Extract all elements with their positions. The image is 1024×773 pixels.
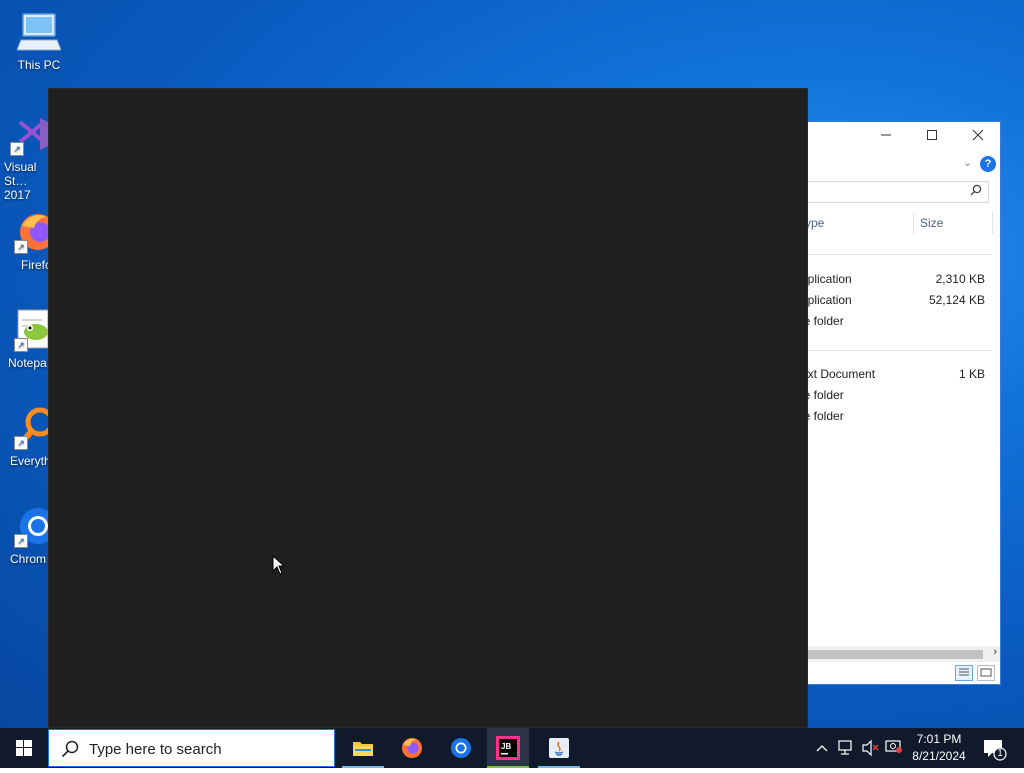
file-size: 52,124 KB xyxy=(928,293,985,307)
search-input[interactable] xyxy=(87,738,331,760)
file-row[interactable]: le folder xyxy=(781,312,991,332)
clock-time: 7:01 PM xyxy=(916,732,962,746)
taskbar-app-file-explorer[interactable] xyxy=(340,728,386,768)
chevron-down-icon[interactable]: ⌄ xyxy=(963,156,972,169)
file-size: 2,310 KB xyxy=(935,272,985,286)
desktop-icon-this-pc[interactable]: This PC xyxy=(2,10,76,72)
desktop-icon-label: This PC xyxy=(17,58,61,72)
mouse-cursor-icon xyxy=(272,554,286,580)
taskbar-app-java[interactable] xyxy=(536,728,582,768)
clock-date: 8/21/2024 xyxy=(912,749,966,763)
minimize-icon xyxy=(881,134,891,136)
desktop-icon-label: Visual St… 2017 xyxy=(4,160,37,202)
file-row[interactable]: le folder xyxy=(781,386,991,406)
file-row[interactable]: ext Document 1 KB xyxy=(781,365,991,385)
java-icon xyxy=(549,738,569,758)
shortcut-arrow-icon: ↗ xyxy=(14,338,28,352)
file-type: ext Document xyxy=(801,367,876,381)
folder-icon xyxy=(353,742,373,756)
taskbar: JB 7:01 PM xyxy=(0,728,1024,768)
volume-status[interactable] xyxy=(860,728,882,768)
file-size: 1 KB xyxy=(958,367,985,381)
start-button[interactable] xyxy=(0,728,48,768)
explorer-ribbon: ⌄ ? xyxy=(781,152,1000,178)
help-button[interactable]: ? xyxy=(980,156,996,172)
taskbar-app-chrome[interactable] xyxy=(438,728,484,768)
taskbar-app-jetbrains[interactable]: JB xyxy=(487,728,529,768)
desktop: This PC ↗ Visual St… 2017 ↗ Firefo ↗ Not… xyxy=(0,0,1024,728)
large-icons-view-icon xyxy=(980,668,992,677)
explorer-search-box[interactable] xyxy=(781,181,989,203)
file-row[interactable]: le folder xyxy=(781,407,991,427)
network-status[interactable] xyxy=(836,728,858,768)
firefox-icon xyxy=(402,738,422,758)
minimize-button[interactable] xyxy=(863,122,909,152)
file-row[interactable]: pplication 2,310 KB xyxy=(781,270,991,290)
chrome-icon xyxy=(451,738,471,758)
column-header-size[interactable]: Size xyxy=(920,216,943,230)
taskbar-search-box[interactable] xyxy=(48,729,335,767)
notification-count: 1 xyxy=(997,748,1003,759)
search-icon xyxy=(61,740,79,763)
close-icon xyxy=(972,129,984,141)
computer-icon xyxy=(16,10,62,54)
shortcut-arrow-icon: ↗ xyxy=(14,240,28,254)
maximize-button[interactable] xyxy=(909,122,955,152)
column-divider[interactable] xyxy=(992,212,993,234)
shortcut-arrow-icon: ↗ xyxy=(10,142,24,156)
dark-app-window[interactable] xyxy=(48,88,808,728)
windows-logo-icon xyxy=(16,740,32,756)
details-view-button[interactable] xyxy=(955,665,973,681)
jetbrains-glyph-text: JB xyxy=(501,742,511,751)
jetbrains-icon: JB xyxy=(496,736,520,760)
group-divider xyxy=(781,350,992,351)
shortcut-arrow-icon: ↗ xyxy=(14,534,28,548)
file-explorer-window[interactable]: ⌄ ? ype Size pplication 2,310 KB pplicat… xyxy=(780,121,1001,685)
scrollbar-thumb[interactable] xyxy=(781,650,983,659)
group-divider xyxy=(781,254,992,255)
chevron-up-icon xyxy=(816,745,828,752)
file-type: pplication xyxy=(801,272,852,286)
file-row[interactable]: pplication 52,124 KB xyxy=(781,291,991,311)
network-icon xyxy=(838,740,852,755)
file-type: pplication xyxy=(801,293,852,307)
explorer-titlebar[interactable] xyxy=(781,122,1000,152)
explorer-column-headers: ype Size xyxy=(781,212,993,234)
shortcut-arrow-icon: ↗ xyxy=(14,436,28,450)
notification-center-button[interactable]: 1 xyxy=(980,728,1024,768)
scroll-right-icon[interactable]: › xyxy=(993,646,997,658)
maximize-icon xyxy=(927,130,937,140)
close-button[interactable] xyxy=(955,122,1001,152)
details-view-icon xyxy=(959,668,969,676)
taskbar-app-firefox[interactable] xyxy=(389,728,435,768)
column-divider[interactable] xyxy=(913,212,914,234)
horizontal-scrollbar[interactable]: › xyxy=(781,646,1000,662)
search-icon xyxy=(970,184,982,199)
taskbar-clock[interactable]: 7:01 PM 8/21/2024 xyxy=(900,731,978,765)
explorer-statusbar xyxy=(781,662,1000,684)
volume-muted-icon xyxy=(862,739,879,757)
large-icons-view-button[interactable] xyxy=(977,665,995,681)
tray-overflow-button[interactable] xyxy=(812,728,832,768)
